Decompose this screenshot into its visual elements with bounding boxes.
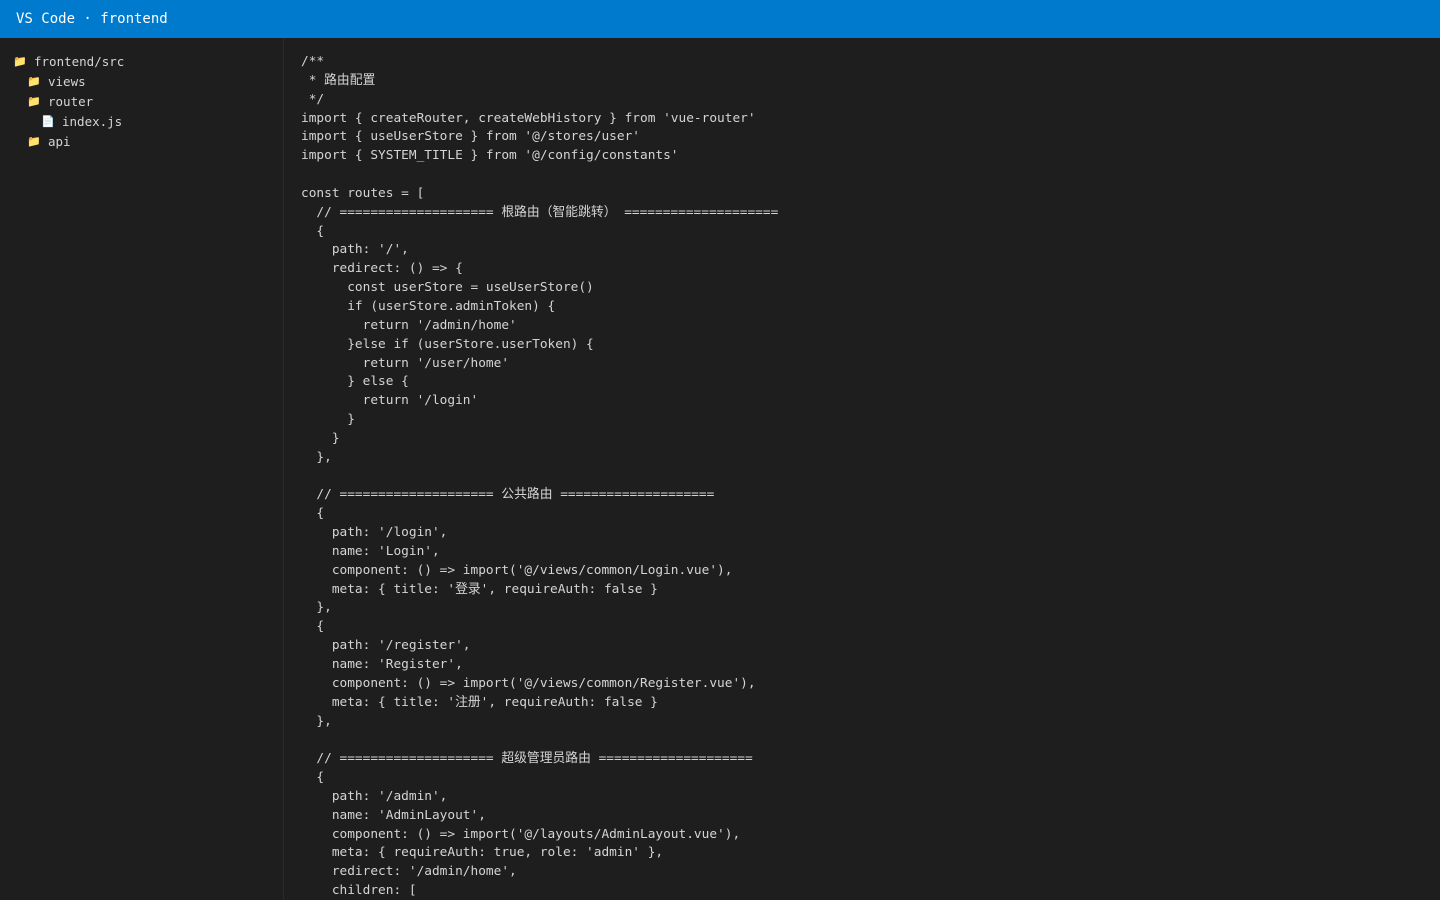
- code-editor[interactable]: /** * 路由配置 */ import { createRouter, cre…: [285, 38, 1440, 900]
- code-line: redirect: '/admin/home',: [301, 864, 517, 880]
- code-line: * 路由配置: [301, 72, 376, 88]
- code-line: import { useUserStore } from '@/stores/u…: [301, 129, 640, 145]
- code-line: return '/login': [301, 393, 479, 409]
- code-line: const routes = [: [301, 185, 425, 201]
- code-line: // ==================== 公共路由 ===========…: [301, 487, 715, 503]
- code-line: name: 'Register',: [301, 657, 463, 672]
- tree-item-frontend-src[interactable]: 📁 frontend/src: [0, 51, 283, 71]
- code-line: },: [301, 600, 332, 616]
- code-line: component: () => import('@/layouts/Admin…: [301, 826, 741, 842]
- tree-item-label: router: [48, 93, 94, 109]
- tree-item-api[interactable]: 📁 api: [0, 131, 283, 151]
- file-icon: 📄: [41, 114, 55, 128]
- code-line: children: [: [301, 883, 417, 899]
- tree-item-label: frontend/src: [34, 53, 125, 69]
- code-line: // ==================== 根路由（智能跳转） ======…: [301, 204, 779, 220]
- code-line: return '/user/home': [301, 355, 510, 371]
- code-line: meta: { title: '登录', requireAuth: false …: [301, 581, 658, 597]
- tree-item-label: index.js: [62, 113, 123, 129]
- code-line: {: [301, 223, 325, 239]
- folder-icon: 📁: [27, 134, 41, 148]
- code-line: path: '/register',: [301, 638, 471, 654]
- code-line: import { SYSTEM_TITLE } from '@/config/c…: [301, 148, 679, 164]
- folder-icon: 📁: [27, 74, 41, 88]
- tree-item-label: views: [48, 73, 86, 89]
- code-line: return '/admin/home': [301, 317, 517, 333]
- code-line: {: [301, 619, 325, 635]
- tree-item-index-js[interactable]: 📄 index.js: [0, 111, 283, 131]
- code-line: meta: { requireAuth: true, role: 'admin'…: [301, 845, 664, 861]
- code-line: path: '/',: [301, 242, 409, 258]
- code-line: /**: [301, 54, 325, 69]
- code-line: path: '/login',: [301, 525, 448, 541]
- file-explorer: 📁 frontend/src 📁 views 📁 router 📄 index.…: [0, 38, 284, 900]
- window-title: VS Code · frontend: [0, 0, 1440, 38]
- code-line: name: 'Login',: [301, 543, 440, 559]
- code-line: name: 'AdminLayout',: [301, 807, 486, 823]
- tree-item-router[interactable]: 📁 router: [0, 91, 283, 111]
- code-line: },: [301, 713, 332, 729]
- code-line: }: [301, 412, 355, 428]
- folder-icon: 📁: [27, 94, 41, 108]
- code-line: {: [301, 506, 325, 522]
- code-line: if (userStore.adminToken) {: [301, 298, 556, 314]
- code-line: } else {: [301, 374, 409, 390]
- code-line: },: [301, 449, 332, 465]
- code-line: const userStore = useUserStore(): [301, 280, 594, 296]
- code-line: component: () => import('@/views/common/…: [301, 675, 756, 691]
- code-line: meta: { title: '注册', requireAuth: false …: [301, 694, 658, 710]
- code-line: import { createRouter, createWebHistory …: [301, 110, 756, 126]
- code-line: path: '/admin',: [301, 788, 448, 804]
- code-line: }: [301, 430, 340, 446]
- code-line: component: () => import('@/views/common/…: [301, 562, 733, 578]
- folder-icon: 📁: [13, 54, 27, 68]
- code-line: redirect: () => {: [301, 261, 463, 277]
- code-line: */: [301, 91, 325, 107]
- tree-item-label: api: [48, 133, 71, 149]
- tree-item-views[interactable]: 📁 views: [0, 71, 283, 91]
- code-line: // ==================== 超级管理员路由 ========…: [301, 751, 753, 767]
- code-line: }else if (userStore.userToken) {: [301, 336, 594, 352]
- code-line: {: [301, 770, 325, 786]
